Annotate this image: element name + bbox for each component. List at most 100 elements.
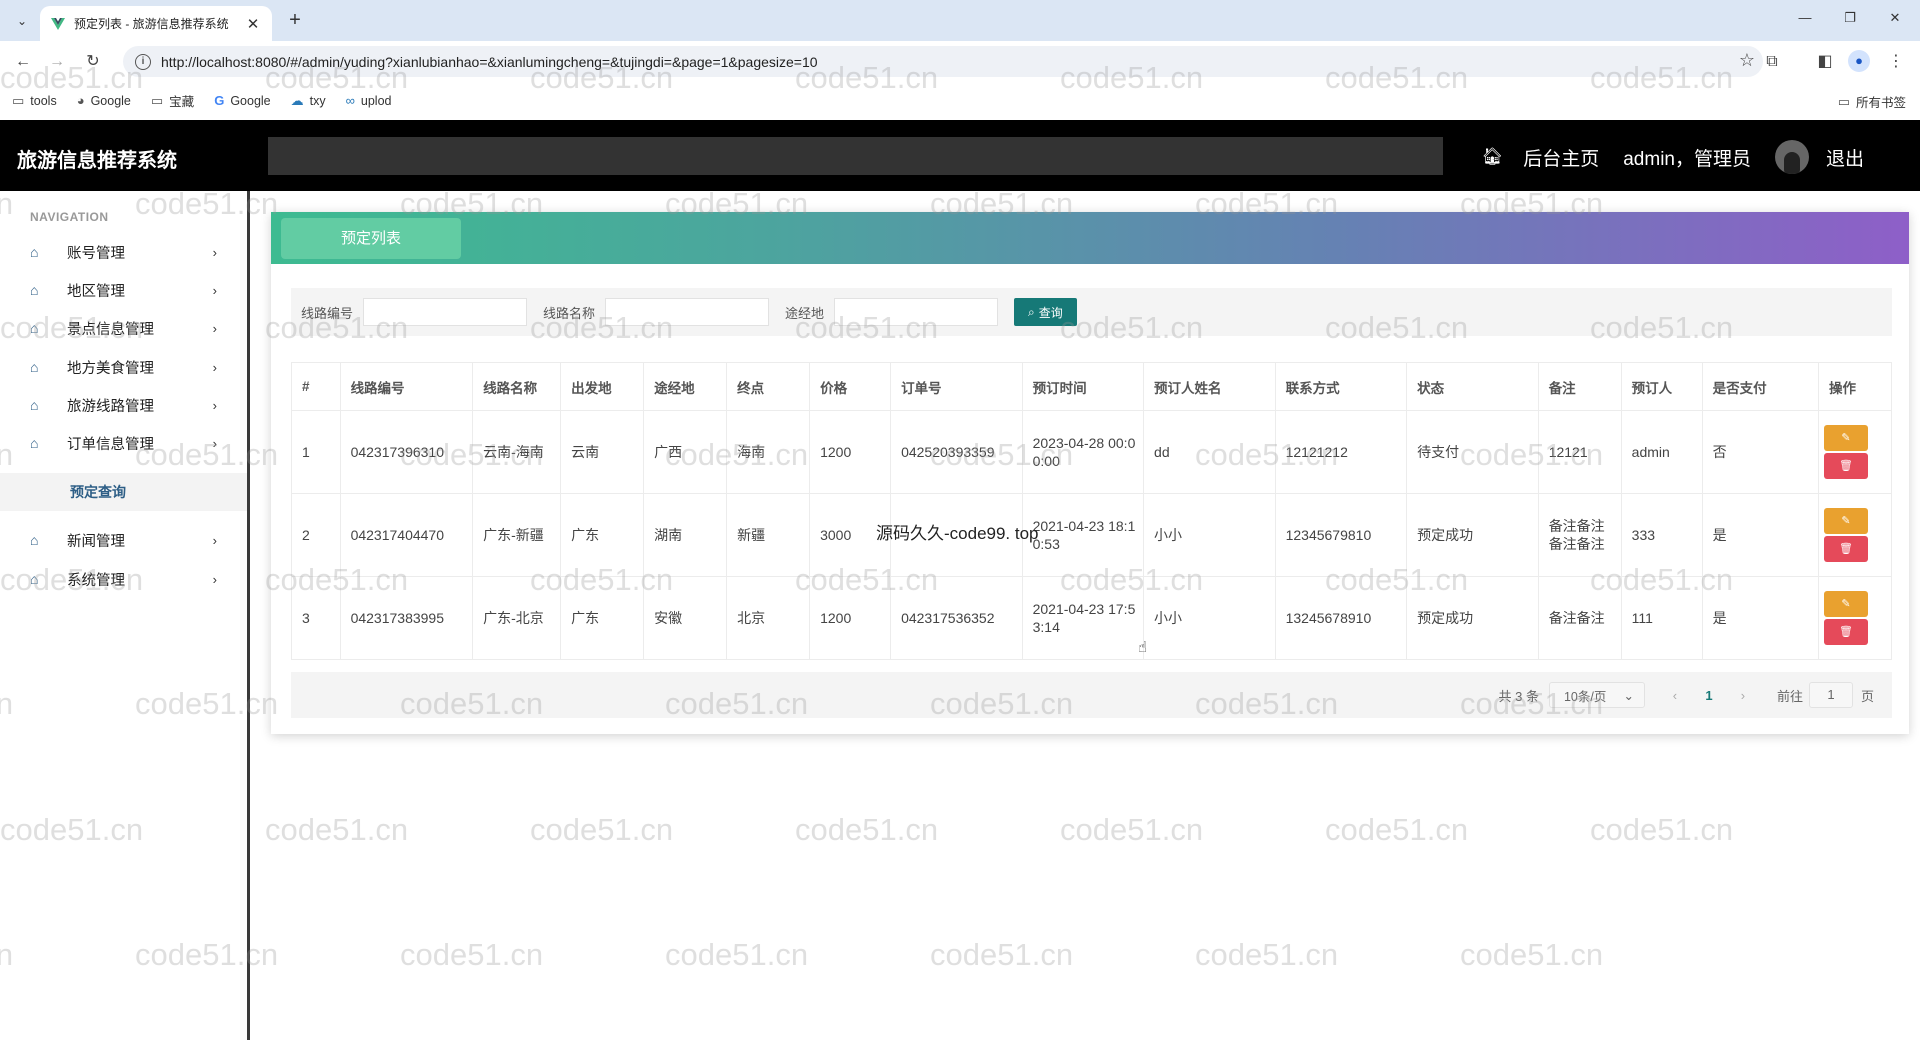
prev-page-icon[interactable]: ‹: [1661, 688, 1689, 703]
back-arrow-icon[interactable]: ←: [10, 49, 36, 75]
sidebar-item-accounts[interactable]: ⌂ 账号管理 ›: [0, 233, 247, 271]
sidebar-item-news[interactable]: ⌂ 新闻管理 ›: [0, 521, 247, 559]
goto-label: 前往: [1776, 688, 1803, 704]
table-cell: 广东-新疆: [472, 493, 562, 577]
sidepanel-icon[interactable]: ◧: [1813, 50, 1837, 74]
home-icon: ⌂: [30, 320, 39, 336]
browser-menu-icon[interactable]: ⋮: [1884, 50, 1908, 74]
all-bookmarks[interactable]: ▭ 所有书签: [1838, 92, 1906, 111]
tab-list-chevron-icon[interactable]: ⌄: [10, 9, 34, 33]
browser-tab[interactable]: 预定列表 - 旅游信息推荐系统 ✕: [40, 6, 272, 41]
address-url[interactable]: http://localhost:8080/#/admin/yuding?xia…: [161, 54, 818, 70]
col-header: 预订时间: [1021, 362, 1145, 411]
home-icon: ⌂: [30, 571, 39, 587]
close-window-icon[interactable]: ✕: [1880, 10, 1910, 26]
sidebar-item-food[interactable]: ⌂ 地方美食管理 ›: [0, 348, 247, 386]
delete-button[interactable]: 🗑︎: [1824, 619, 1868, 645]
table-cell: 新疆: [726, 493, 811, 577]
forward-arrow-icon[interactable]: →: [44, 49, 70, 75]
col-header: 订单号: [890, 362, 1023, 411]
col-header: 联系方式: [1274, 362, 1408, 411]
delete-button[interactable]: 🗑︎: [1824, 536, 1868, 562]
col-header: 预订人姓名: [1143, 362, 1276, 411]
table-row: 2 042317404470 广东-新疆 广东 湖南 新疆 3000 2021-…: [291, 493, 1892, 577]
bookmark-item[interactable]: ▭ 宝藏: [151, 91, 194, 110]
edit-button[interactable]: ✎: [1824, 425, 1868, 451]
bookmark-item[interactable]: ▭ tools: [12, 93, 57, 109]
sidebar-item-routes[interactable]: ⌂ 旅游线路管理 ›: [0, 386, 247, 424]
col-header: 是否支付: [1701, 362, 1820, 411]
col-header: 终点: [726, 362, 811, 411]
search-bar: 线路编号 线路名称 途经地 ⌕ 查询: [291, 288, 1892, 336]
table-cell: 待支付: [1406, 410, 1539, 494]
table-cell: 042317404470: [339, 493, 474, 577]
chevron-right-icon: ›: [212, 244, 217, 260]
sidebar-item-system[interactable]: ⌂ 系统管理 ›: [0, 560, 247, 598]
main-content: 预定列表 线路编号 线路名称 途经地 ⌕ 查询 # 线路编号 线路名称 出发地 途…: [253, 191, 1920, 1040]
route-code-input[interactable]: [363, 298, 528, 326]
actions-cell: ✎ 🗑︎: [1818, 410, 1892, 494]
address-bar[interactable]: i http://localhost:8080/#/admin/yuding?x…: [123, 46, 1763, 77]
sidebar-item-regions[interactable]: ⌂ 地区管理 ›: [0, 271, 247, 309]
bookmark-star-icon[interactable]: ☆: [1739, 50, 1755, 71]
bookmark-item[interactable]: G Google: [214, 93, 270, 108]
table-cell: admin: [1620, 410, 1703, 494]
chevron-right-icon: ›: [212, 435, 217, 451]
bookmark-item[interactable]: ∞ uplod: [346, 93, 392, 108]
goto-page-input[interactable]: 1: [1808, 682, 1853, 708]
table-cell: dd: [1143, 410, 1276, 494]
logout-link[interactable]: 退出: [1826, 144, 1864, 171]
extensions-icon[interactable]: ⧉: [1760, 50, 1784, 74]
route-name-input[interactable]: [605, 298, 770, 326]
search-button[interactable]: ⌕ 查询: [1014, 298, 1077, 326]
minimize-icon[interactable]: —: [1790, 10, 1820, 25]
tab-close-icon[interactable]: ✕: [244, 15, 262, 33]
table-cell: 备注备注: [1537, 576, 1622, 660]
page-suffix: 页: [1860, 688, 1874, 704]
bookmark-item[interactable]: ☁ txy: [291, 93, 326, 109]
overlay-watermark-text: 源码久久-code99. top: [876, 524, 1039, 543]
actions-cell: ✎ 🗑︎: [1818, 576, 1892, 660]
table-cell: 1: [291, 410, 341, 494]
home-icon[interactable]: 🏠︎: [1482, 147, 1504, 167]
booking-card: 预定列表 线路编号 线路名称 途经地 ⌕ 查询 # 线路编号 线路名称 出发地 途…: [271, 212, 1909, 734]
chevron-right-icon: ›: [212, 532, 217, 548]
home-icon: ⌂: [30, 359, 39, 375]
bookmark-item[interactable]: ◕ Google: [77, 93, 131, 108]
waypoint-input[interactable]: [834, 298, 999, 326]
col-header: 途经地: [643, 362, 728, 411]
new-tab-button[interactable]: +: [282, 8, 308, 34]
edit-button[interactable]: ✎: [1824, 591, 1868, 617]
table-cell: 12121212: [1274, 410, 1408, 494]
table-cell: 备注备注备注备注: [1537, 493, 1622, 577]
tab-booking-list[interactable]: 预定列表: [281, 218, 461, 259]
next-page-icon[interactable]: ›: [1729, 688, 1757, 703]
restore-icon[interactable]: ❐: [1835, 10, 1865, 26]
page-size-select[interactable]: 10条/页 ⌄: [1548, 682, 1645, 708]
bookmarks-bar: ▭ tools ◕ Google ▭ 宝藏 G Google ☁ txy ∞ uplod ▭…: [0, 81, 1920, 120]
home-icon: ⌂: [30, 397, 39, 413]
admin-home-link[interactable]: 后台主页: [1523, 144, 1599, 171]
reload-icon[interactable]: ↻: [80, 49, 106, 75]
table-row: 1 042317396310 云南-海南 云南 广西 海南 1200 04252…: [291, 410, 1892, 494]
col-header: #: [291, 362, 341, 411]
edit-button[interactable]: ✎: [1824, 508, 1868, 534]
delete-button[interactable]: 🗑︎: [1824, 453, 1868, 479]
chevron-right-icon: ›: [212, 397, 217, 413]
edit-icon: ✎: [1841, 432, 1851, 444]
home-icon: ⌂: [30, 532, 39, 548]
table-cell: 042520393359: [890, 410, 1023, 494]
home-icon: ⌂: [30, 244, 39, 260]
table-cell: 小小: [1143, 493, 1276, 577]
table-cell: 预定成功: [1406, 576, 1539, 660]
site-info-icon[interactable]: i: [135, 53, 151, 70]
page-number[interactable]: 1: [1689, 688, 1729, 703]
pagination: 共 3 条 10条/页 ⌄ ‹ 1 › 前往 1 页: [291, 672, 1892, 718]
sidebar-item-orders[interactable]: ⌂ 订单信息管理 ›: [0, 424, 247, 462]
sidebar-subitem-booking-query[interactable]: 预定查询: [0, 473, 247, 511]
sidebar-item-attractions[interactable]: ⌂ 景点信息管理 ›: [0, 309, 247, 347]
header-actions: 🏠︎ 后台主页 admin，管理员 退出: [1482, 140, 1864, 174]
col-header: 价格: [809, 362, 892, 411]
profile-icon[interactable]: ●: [1848, 50, 1870, 72]
table-cell: 否: [1701, 410, 1820, 494]
